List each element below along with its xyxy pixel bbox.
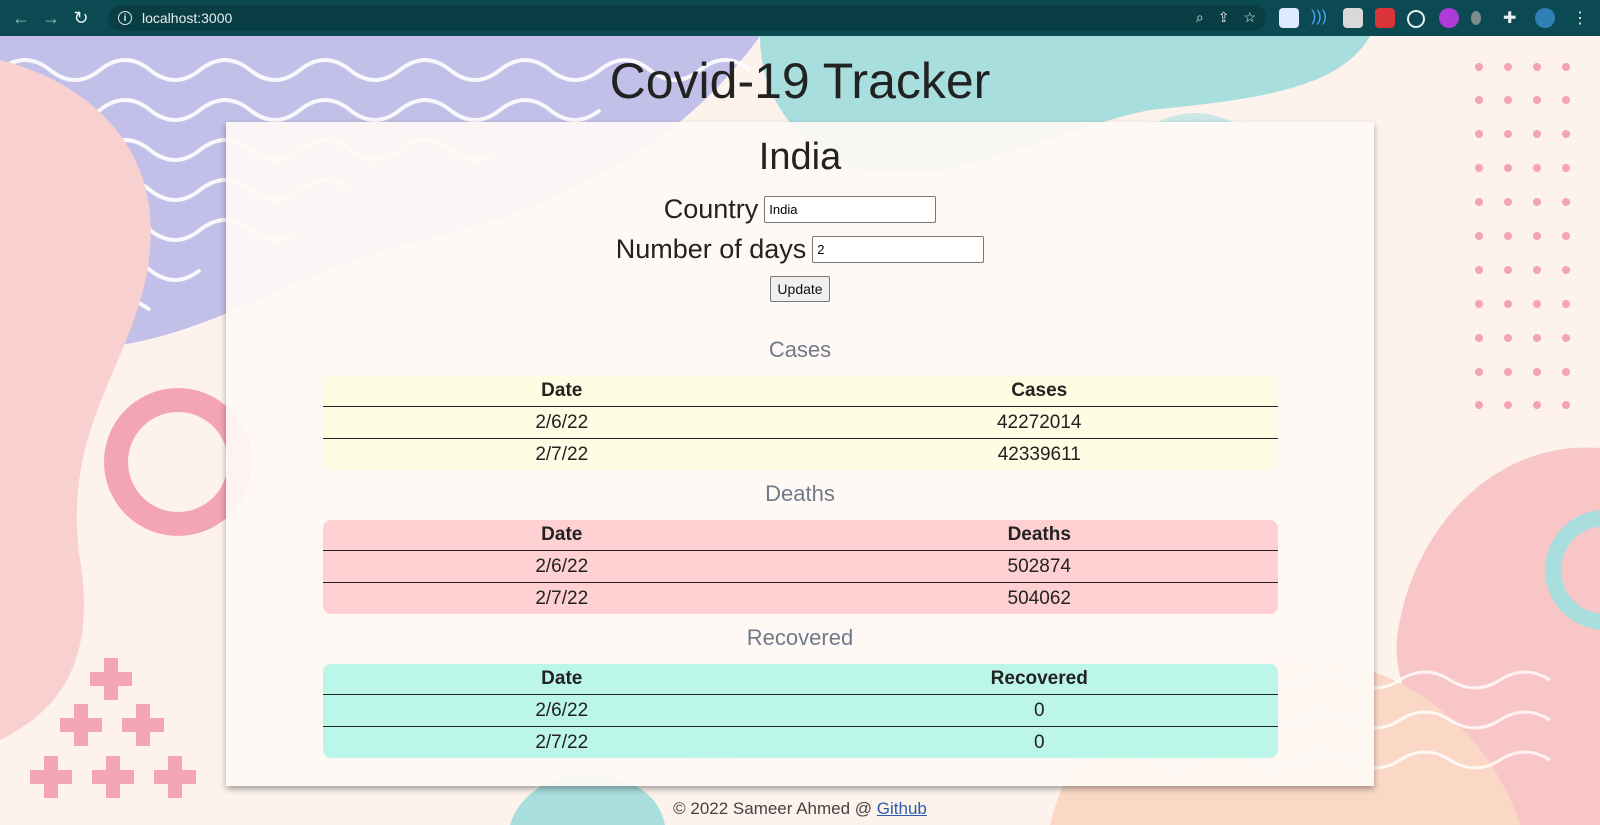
extension-square-icon[interactable] [1343,8,1363,28]
days-input[interactable] [812,236,985,263]
deaths-table: Date Deaths 2/6/22 502874 2/7/22 504062 [323,520,1278,614]
table-row: 2/7/22 42339611 [323,438,1278,470]
extension-red-icon[interactable] [1375,8,1395,28]
extensions-puzzle-icon[interactable]: ✚ [1503,8,1523,28]
address-bar-actions: ⌕ ⇪ ☆ [1196,9,1256,26]
date-cell: 2/6/22 [535,411,589,433]
value-cell: 0 [1033,699,1045,721]
table-row: 2/6/22 42272014 [323,406,1278,438]
github-link[interactable]: Github [877,799,927,818]
back-button[interactable]: ← [6,3,36,33]
copyright-text: © 2022 Sameer Ahmed @ [673,799,877,818]
table-row: 2/6/22 0 [323,694,1278,726]
address-bar[interactable]: i localhost:3000 ⌕ ⇪ ☆ [108,5,1266,31]
country-form-row: Country [226,194,1374,225]
table-header-row: Date Deaths [323,520,1278,550]
table-row: 2/7/22 504062 [323,582,1278,614]
date-cell: 2/6/22 [535,555,589,577]
update-button[interactable]: Update [770,276,830,302]
date-cell: 2/7/22 [535,731,589,753]
country-label: Country [663,194,759,224]
reload-icon: ↻ [73,7,89,28]
date-cell: 2/7/22 [535,587,589,609]
column-header: Date [541,380,583,401]
value-cell: 504062 [1007,587,1071,609]
info-icon[interactable]: i [118,11,132,25]
page-title: Covid-19 Tracker [609,53,991,109]
date-cell: 2/7/22 [535,443,589,465]
column-header: Cases [1011,380,1068,401]
share-icon[interactable]: ⇪ [1218,9,1230,26]
arrow-right-icon: → [42,7,60,28]
extension-target-icon[interactable] [1407,10,1425,28]
profile-avatar[interactable] [1535,8,1555,28]
country-input[interactable] [764,196,937,223]
arrow-left-icon: ← [12,7,30,28]
extension-gray-icon[interactable] [1471,11,1481,25]
value-cell: 502874 [1007,555,1071,577]
zoom-icon[interactable]: ⌕ [1196,9,1204,26]
forward-button[interactable]: → [36,3,66,33]
extension-sound-icon[interactable]: ))) [1311,8,1331,28]
column-header: Recovered [990,668,1088,689]
reload-button[interactable]: ↻ [66,3,96,33]
column-header: Deaths [1007,524,1071,545]
footer: © 2022 Sameer Ahmed @ Github [0,799,1600,819]
date-cell: 2/6/22 [535,699,589,721]
recovered-section-title: Recovered [746,625,854,650]
days-form-row: Number of days [226,234,1374,265]
country-heading: India [758,136,842,178]
table-row: 2/6/22 502874 [323,550,1278,582]
cases-section-title: Cases [768,337,832,362]
table-row: 2/7/22 0 [323,726,1278,758]
recovered-table: Date Recovered 2/6/22 0 2/7/22 0 [323,664,1278,758]
value-cell: 42339611 [997,443,1081,465]
browser-toolbar: ← → ↻ i localhost:3000 ⌕ ⇪ ☆ ))) ✚ ⋮ [0,0,1600,36]
menu-kebab-icon[interactable]: ⋮ [1570,8,1590,28]
extension-purple-icon[interactable] [1439,8,1459,28]
value-cell: 42272014 [996,411,1082,433]
table-header-row: Date Recovered [323,664,1278,694]
deaths-section-title: Deaths [765,481,835,506]
extension-s-icon[interactable] [1279,8,1299,28]
url-text: localhost:3000 [142,10,233,26]
column-header: Date [541,524,583,545]
value-cell: 0 [1033,731,1045,753]
tracker-card: India Country Number of days Update Case… [226,122,1374,786]
bookmark-star-icon[interactable]: ☆ [1243,9,1256,26]
table-header-row: Date Cases [323,376,1278,406]
column-header: Date [541,668,583,689]
cases-table: Date Cases 2/6/22 42272014 2/7/22 423396… [323,376,1278,470]
days-label: Number of days [615,234,807,264]
